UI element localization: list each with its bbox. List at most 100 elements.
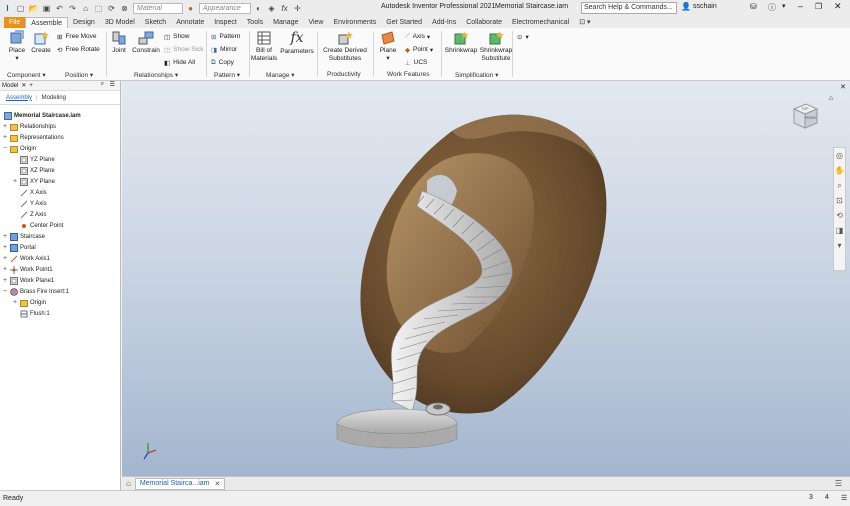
home-icon[interactable]: ⌂ xyxy=(80,2,91,14)
material-combo[interactable]: Material xyxy=(133,2,183,14)
panel-label-simplification[interactable]: Simplification ▾ xyxy=(455,71,498,79)
browser-search-icon[interactable]: ⌕ xyxy=(101,81,104,88)
cancel-icon[interactable]: ⊗ xyxy=(119,2,130,14)
select-icon[interactable]: ⬚ xyxy=(93,2,104,14)
tree-node-staircase[interactable]: + Staircase xyxy=(2,231,45,242)
expand-icon[interactable]: + xyxy=(2,277,8,284)
tab-manage[interactable]: Manage xyxy=(268,17,303,28)
panel-label-position[interactable]: Position ▾ xyxy=(65,71,93,79)
navigation-options-icon[interactable]: ▾ xyxy=(834,238,845,253)
tab-add-ins[interactable]: Add-Ins xyxy=(427,17,461,28)
open-file-icon[interactable]: 📂 xyxy=(28,2,39,14)
place-button[interactable]: Place ▾ xyxy=(6,30,28,63)
browser-close-icon[interactable]: ✕ xyxy=(21,82,26,89)
expand-icon[interactable]: + xyxy=(2,244,8,251)
user-icon[interactable]: 👤 xyxy=(681,2,691,11)
look-at-icon[interactable]: ◨ xyxy=(834,223,845,238)
view-cube[interactable]: ⌂ TOP FRONT xyxy=(790,95,833,131)
tab-annotate[interactable]: Annotate xyxy=(171,17,209,28)
expand-icon[interactable]: + xyxy=(2,266,8,273)
update-icon[interactable]: ⟳ xyxy=(106,2,117,14)
staircase-model[interactable] xyxy=(122,81,850,476)
tab-view[interactable]: View xyxy=(303,17,328,28)
tree-node-representations[interactable]: + Representations xyxy=(2,132,64,143)
redo-icon[interactable]: ↷ xyxy=(67,2,78,14)
free-rotate-button[interactable]: ⟲ Free Rotate xyxy=(57,44,100,55)
help-dropdown-icon[interactable]: ▾ xyxy=(782,2,786,10)
expand-icon[interactable]: + xyxy=(12,299,18,306)
tree-node-root[interactable]: Memorial Staircase.iam xyxy=(2,110,81,121)
tree-node-xz-plane[interactable]: XZ Plane xyxy=(12,165,55,176)
tab-sketch[interactable]: Sketch xyxy=(140,17,171,28)
parameters-button[interactable]: fx Parameters xyxy=(280,30,314,56)
point-button[interactable]: ◆ Point ▾ xyxy=(405,44,433,55)
tree-node-work-axis1[interactable]: + Work Axis1 xyxy=(2,253,50,264)
plane-button[interactable]: Plane ▾ xyxy=(377,30,399,63)
undo-icon[interactable]: ↶ xyxy=(54,2,65,14)
close-icon[interactable]: ✕ xyxy=(834,1,842,12)
expand-icon[interactable]: + xyxy=(12,178,18,185)
tab-get-started[interactable]: Get Started xyxy=(381,17,427,28)
graphics-viewport[interactable]: ⌂ TOP FRONT ✕ ◎ ✋ ⌕ ⊡ ⟲ ◨ ▾ xyxy=(122,81,850,476)
tab-electromechanical[interactable]: Electromechanical xyxy=(507,17,574,28)
minimize-icon[interactable]: – xyxy=(798,1,803,11)
tree-node-origin[interactable]: − Origin xyxy=(2,143,36,154)
tree-node-portal[interactable]: + Portal xyxy=(2,242,36,253)
shrinkwrap-button[interactable]: Shrinkwrap xyxy=(444,30,478,55)
tree-node-work-plane1[interactable]: + Work Plane1 xyxy=(2,275,54,286)
tree-node-brass-fire-insert[interactable]: − Brass Fire Insert:1 xyxy=(2,286,69,297)
tree-node-relationships[interactable]: + Relationships xyxy=(2,121,56,132)
browser-tab-modeling[interactable]: Modeling xyxy=(40,94,68,102)
tree-node-y-axis[interactable]: Y Axis xyxy=(12,198,47,209)
axis-button[interactable]: ⟋ Axis ▾ xyxy=(405,31,430,42)
collapse-icon[interactable]: − xyxy=(2,288,8,295)
view-cube-home-icon[interactable]: ⌂ xyxy=(829,95,833,102)
ribbon-options-icon[interactable]: ⊡ ▾ xyxy=(574,17,595,28)
tab-file[interactable]: File xyxy=(4,17,26,28)
browser-tab-assembly[interactable]: Assembly xyxy=(4,94,34,102)
user-name[interactable]: sschain xyxy=(693,3,717,10)
tab-tools[interactable]: Tools xyxy=(242,17,268,28)
tree-node-work-point1[interactable]: + Work Point1 xyxy=(2,264,53,275)
save-icon[interactable]: ▣ xyxy=(41,2,52,14)
create-derived-substitutes-button[interactable]: Create Derived Substitutes xyxy=(321,30,369,63)
expand-icon[interactable]: + xyxy=(2,134,8,141)
bill-of-materials-button[interactable]: Bill of Materials xyxy=(250,30,278,63)
steering-wheel-icon[interactable]: ◎ xyxy=(834,148,845,163)
ucs-button[interactable]: ⊥ UCS xyxy=(405,57,427,68)
help-icon[interactable]: ⓘ xyxy=(768,2,776,13)
appearance-combo[interactable]: Appearance xyxy=(199,2,251,14)
tree-node-sub-origin[interactable]: + Origin xyxy=(12,297,46,308)
browser-menu-icon[interactable]: ☰ xyxy=(110,81,115,88)
tree-node-center-point[interactable]: Center Point xyxy=(12,220,63,231)
viewport-close-icon[interactable]: ✕ xyxy=(840,83,846,91)
cart-icon[interactable]: ⛁ xyxy=(750,2,757,11)
mirror-button[interactable]: ◨ Mirror xyxy=(211,44,237,55)
add-icon[interactable]: ✛ xyxy=(292,2,303,14)
pan-icon[interactable]: ✋ xyxy=(834,163,845,178)
tree-node-z-axis[interactable]: Z Axis xyxy=(12,209,46,220)
search-input[interactable]: Search Help & Commands... xyxy=(581,2,677,14)
shrinkwrap-substitute-button[interactable]: Shrinkwrap Substitute xyxy=(478,30,514,63)
tree-node-flush[interactable]: Flush:1 xyxy=(12,308,50,319)
collapse-icon[interactable]: − xyxy=(2,145,8,152)
home-tab-icon[interactable]: ⌂ xyxy=(126,479,131,488)
zoom-icon[interactable]: ⌕ xyxy=(834,178,845,193)
tab-collaborate[interactable]: Collaborate xyxy=(461,17,507,28)
orbit-icon[interactable]: ⟲ xyxy=(834,208,845,223)
tree-node-x-axis[interactable]: X Axis xyxy=(12,187,47,198)
panel-label-component[interactable]: Component ▾ xyxy=(7,71,46,79)
panel-label-pattern[interactable]: Pattern ▾ xyxy=(214,71,240,79)
tab-environments[interactable]: Environments xyxy=(328,17,381,28)
document-tab[interactable]: Memorial Stairca...iam ✕ xyxy=(134,477,226,490)
copy-button[interactable]: ⧉ Copy xyxy=(211,57,234,68)
expand-icon[interactable]: + xyxy=(2,255,8,262)
tree-node-yz-plane[interactable]: YZ Plane xyxy=(12,154,55,165)
expand-icon[interactable]: + xyxy=(2,123,8,130)
tab-inspect[interactable]: Inspect xyxy=(209,17,242,28)
free-move-button[interactable]: ⊞ Free Move xyxy=(57,31,97,42)
tab-3d-model[interactable]: 3D Model xyxy=(100,17,140,28)
app-logo-icon[interactable]: I xyxy=(2,2,13,14)
hide-all-button[interactable]: ◧ Hide All xyxy=(164,57,195,68)
new-file-icon[interactable]: ▢ xyxy=(15,2,26,14)
